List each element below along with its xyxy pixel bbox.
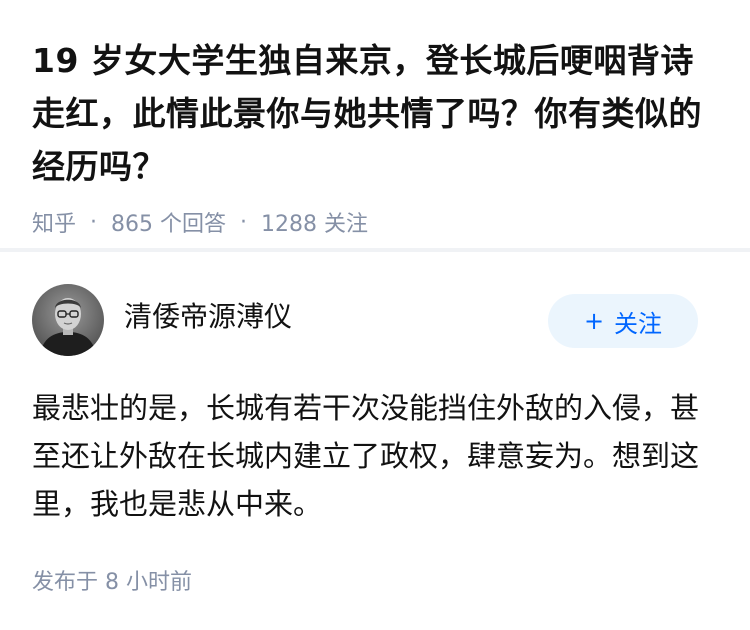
follow-button-label: 关注 (614, 309, 663, 338)
meta-separator: · (240, 209, 248, 235)
avatar[interactable] (32, 284, 104, 356)
follow-button[interactable]: + 关注 (548, 294, 698, 348)
follower-count: 1288 关注 (261, 212, 368, 237)
question-header: 19 岁女大学生独自来京，登长城后哽咽背诗走红，此情此景你与她共情了吗？你有类似… (0, 0, 750, 248)
author-name[interactable]: 清倭帝源溥仪 (124, 297, 292, 337)
zhihu-answer-page: 19 岁女大学生独自来京，登长城后哽咽背诗走红，此情此景你与她共情了吗？你有类似… (0, 0, 750, 630)
meta-separator: · (90, 209, 98, 235)
publish-time: 发布于 8 小时前 (32, 570, 192, 595)
question-meta: 知乎 · 865 个回答 · 1288 关注 (32, 206, 716, 238)
plus-icon: + (583, 307, 605, 335)
author-row: 清倭帝源溥仪 + 关注 (32, 284, 700, 356)
answer-content[interactable]: 最悲壮的是，长城有若干次没能挡住外敌的入侵，甚至还让外敌在长城内建立了政权，肆意… (32, 384, 712, 528)
question-title[interactable]: 19 岁女大学生独自来京，登长城后哽咽背诗走红，此情此景你与她共情了吗？你有类似… (32, 34, 716, 193)
portrait-avatar-icon (32, 284, 104, 356)
answer-card: 清倭帝源溥仪 + 关注 最悲壮的是，长城有若干次没能挡住外敌的入侵，甚至还让外敌… (0, 252, 750, 630)
source-label[interactable]: 知乎 (32, 206, 76, 238)
answer-count[interactable]: 865 个回答 (111, 206, 226, 238)
